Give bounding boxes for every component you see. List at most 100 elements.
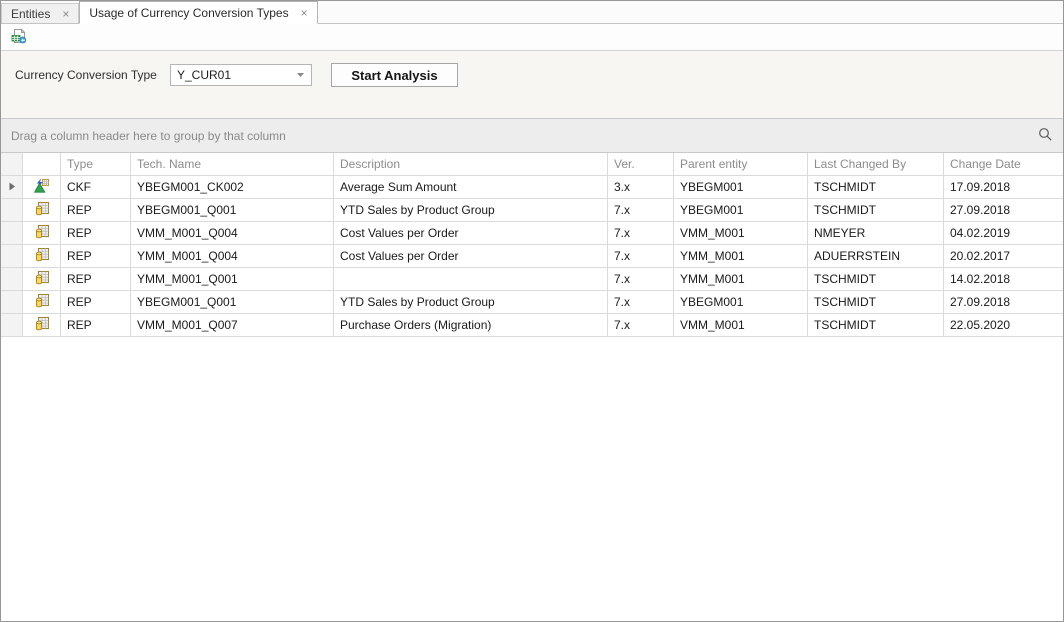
group-by-hint: Drag a column header here to group by th… [11, 129, 1038, 143]
cell-type[interactable]: REP [61, 245, 131, 267]
row-type-icon-cell [23, 291, 61, 313]
chevron-down-icon[interactable] [296, 72, 305, 78]
cell-description[interactable]: Purchase Orders (Migration) [334, 314, 608, 336]
row-type-icon-cell [23, 176, 61, 198]
cell-change-date[interactable]: 14.02.2018 [944, 268, 1063, 290]
search-button[interactable] [1038, 127, 1053, 145]
current-row-arrow-icon [8, 180, 16, 194]
cell-type[interactable]: REP [61, 314, 131, 336]
cell-version[interactable]: 7.x [608, 199, 674, 221]
table-row[interactable]: REP YMM_M001_Q004 Cost Values per Order … [1, 245, 1063, 268]
table-row[interactable]: REP VMM_M001_Q004 Cost Values per Order … [1, 222, 1063, 245]
cell-parent-entity[interactable]: VMM_M001 [674, 314, 808, 336]
conversion-type-label: Currency Conversion Type [15, 68, 170, 82]
table-row[interactable]: REP YMM_M001_Q001 7.x YMM_M001 TSCHMIDT … [1, 268, 1063, 291]
cell-parent-entity[interactable]: YMM_M001 [674, 245, 808, 267]
cell-change-date[interactable]: 17.09.2018 [944, 176, 1063, 198]
cell-type[interactable]: REP [61, 222, 131, 244]
cell-last-changed-by[interactable]: TSCHMIDT [808, 268, 944, 290]
search-icon [1038, 127, 1053, 145]
header-description[interactable]: Description [334, 153, 608, 175]
cell-parent-entity[interactable]: YBEGM001 [674, 176, 808, 198]
cell-description[interactable]: Cost Values per Order [334, 245, 608, 267]
cell-last-changed-by[interactable]: TSCHMIDT [808, 199, 944, 221]
data-grid: Type Tech. Name Description Ver. Parent … [1, 153, 1063, 621]
export-to-excel-button[interactable] [8, 26, 30, 48]
tab-entities-close-icon[interactable]: × [62, 8, 69, 20]
tab-bar: Entities × Usage of Currency Conversion … [1, 1, 1063, 24]
cell-description[interactable]: YTD Sales by Product Group [334, 291, 608, 313]
cell-last-changed-by[interactable]: NMEYER [808, 222, 944, 244]
cell-parent-entity[interactable]: YMM_M001 [674, 268, 808, 290]
header-tech-name[interactable]: Tech. Name [131, 153, 334, 175]
cell-tech-name[interactable]: YBEGM001_CK002 [131, 176, 334, 198]
row-type-icon-cell [23, 199, 61, 221]
table-row[interactable]: CKF YBEGM001_CK002 Average Sum Amount 3.… [1, 176, 1063, 199]
row-indicator-cell [1, 199, 23, 221]
report-icon [34, 293, 50, 312]
tab-usage-currency-conversion[interactable]: Usage of Currency Conversion Types × [79, 1, 317, 24]
cell-parent-entity[interactable]: VMM_M001 [674, 222, 808, 244]
row-type-icon-cell [23, 314, 61, 336]
tab-entities-label: Entities [11, 7, 50, 21]
cell-type[interactable]: REP [61, 268, 131, 290]
row-type-icon-cell [23, 268, 61, 290]
cell-version[interactable]: 7.x [608, 268, 674, 290]
cell-last-changed-by[interactable]: TSCHMIDT [808, 314, 944, 336]
cell-change-date[interactable]: 27.09.2018 [944, 291, 1063, 313]
cell-type[interactable]: CKF [61, 176, 131, 198]
cell-tech-name[interactable]: YMM_M001_Q004 [131, 245, 334, 267]
conversion-type-combobox[interactable]: Y_CUR01 [170, 64, 312, 86]
header-icon-column[interactable] [23, 153, 61, 175]
row-indicator-cell [1, 268, 23, 290]
cell-description[interactable] [334, 268, 608, 290]
cell-description[interactable]: Cost Values per Order [334, 222, 608, 244]
cell-last-changed-by[interactable]: TSCHMIDT [808, 176, 944, 198]
cell-version[interactable]: 7.x [608, 314, 674, 336]
cell-type[interactable]: REP [61, 199, 131, 221]
cell-description[interactable]: YTD Sales by Product Group [334, 199, 608, 221]
toolbar [1, 24, 1063, 50]
header-type[interactable]: Type [61, 153, 131, 175]
grid-body: CKF YBEGM001_CK002 Average Sum Amount 3.… [1, 176, 1063, 337]
cell-change-date[interactable]: 20.02.2017 [944, 245, 1063, 267]
cell-version[interactable]: 3.x [608, 176, 674, 198]
cell-tech-name[interactable]: VMM_M001_Q004 [131, 222, 334, 244]
cell-last-changed-by[interactable]: ADUERRSTEIN [808, 245, 944, 267]
header-change-date[interactable]: Change Date [944, 153, 1063, 175]
cell-change-date[interactable]: 04.02.2019 [944, 222, 1063, 244]
table-row[interactable]: REP YBEGM001_Q001 YTD Sales by Product G… [1, 291, 1063, 314]
report-icon [34, 316, 50, 335]
cell-tech-name[interactable]: YMM_M001_Q001 [131, 268, 334, 290]
report-icon [34, 247, 50, 266]
cell-tech-name[interactable]: YBEGM001_Q001 [131, 291, 334, 313]
cell-tech-name[interactable]: VMM_M001_Q007 [131, 314, 334, 336]
table-row[interactable]: REP VMM_M001_Q007 Purchase Orders (Migra… [1, 314, 1063, 337]
header-version[interactable]: Ver. [608, 153, 674, 175]
row-indicator-cell [1, 222, 23, 244]
header-parent-entity[interactable]: Parent entity [674, 153, 808, 175]
cell-description[interactable]: Average Sum Amount [334, 176, 608, 198]
cell-parent-entity[interactable]: YBEGM001 [674, 291, 808, 313]
group-by-panel[interactable]: Drag a column header here to group by th… [1, 119, 1063, 153]
cell-version[interactable]: 7.x [608, 291, 674, 313]
app-window: Entities × Usage of Currency Conversion … [0, 0, 1064, 622]
cell-change-date[interactable]: 27.09.2018 [944, 199, 1063, 221]
start-analysis-button[interactable]: Start Analysis [331, 63, 458, 87]
row-indicator-cell [1, 176, 23, 198]
row-indicator-cell [1, 245, 23, 267]
tab-entities[interactable]: Entities × [1, 3, 79, 23]
cell-change-date[interactable]: 22.05.2020 [944, 314, 1063, 336]
cell-version[interactable]: 7.x [608, 222, 674, 244]
cell-type[interactable]: REP [61, 291, 131, 313]
cell-version[interactable]: 7.x [608, 245, 674, 267]
header-last-changed-by[interactable]: Last Changed By [808, 153, 944, 175]
tab-usage-label: Usage of Currency Conversion Types [89, 6, 288, 20]
calculated-key-figure-icon [34, 178, 50, 197]
cell-parent-entity[interactable]: YBEGM001 [674, 199, 808, 221]
cell-tech-name[interactable]: YBEGM001_Q001 [131, 199, 334, 221]
table-row[interactable]: REP YBEGM001_Q001 YTD Sales by Product G… [1, 199, 1063, 222]
tab-usage-close-icon[interactable]: × [301, 7, 308, 19]
cell-last-changed-by[interactable]: TSCHMIDT [808, 291, 944, 313]
parameter-panel: Currency Conversion Type Y_CUR01 Start A… [1, 50, 1063, 119]
